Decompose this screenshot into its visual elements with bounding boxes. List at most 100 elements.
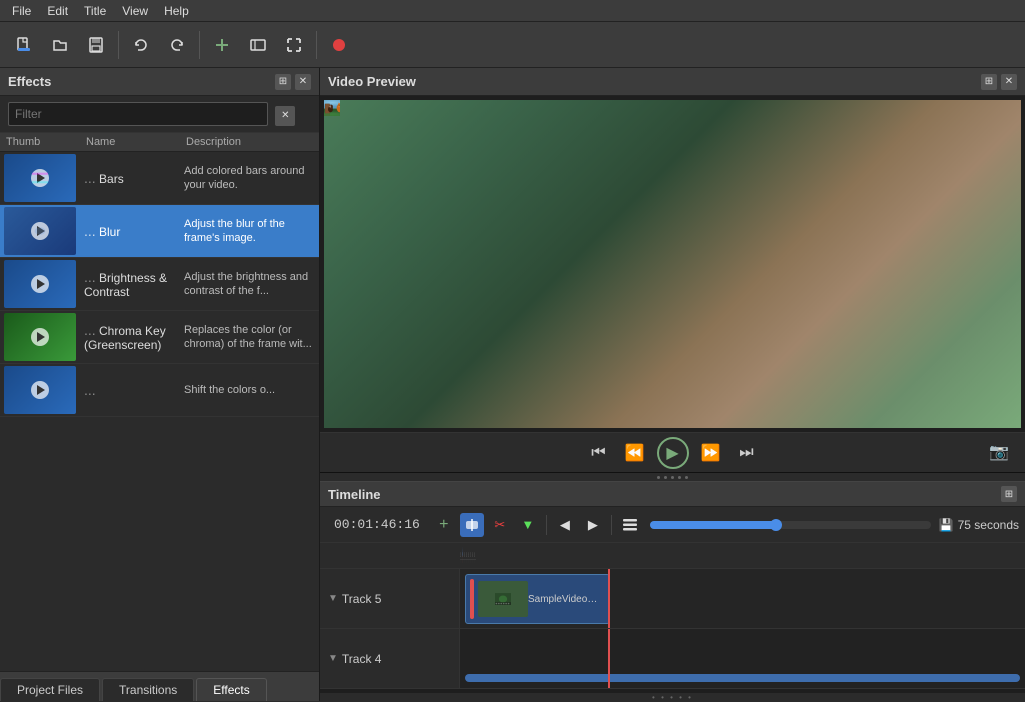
tl-zoom-options[interactable] [618,513,642,537]
timeline-fullscreen-button[interactable]: ⊞ [1001,486,1017,502]
timeline-title: Timeline [328,487,381,502]
svg-text:00:01:15: 00:01:15 [460,551,461,558]
track-5-name: Track 5 [342,592,382,606]
skip-end-button[interactable]: ⏭ [733,439,761,467]
fast-forward-button[interactable]: ⏩ [697,439,725,467]
effect-row-extra[interactable]: ... Shift the colors o... [0,364,319,417]
fullscreen-button[interactable] [278,29,310,61]
seconds-label: 💾 75 seconds [939,518,1019,532]
timeline-scrubber[interactable] [650,521,931,529]
thumb-play-extra [31,381,49,399]
track-5-content[interactable]: SampleVideo_1280... [460,569,1025,628]
effect-thumb-blur [4,207,76,255]
menu-bar: File Edit Title View Help [0,0,1025,22]
playhead-line [608,569,610,628]
rewind-button[interactable]: ⏪ [621,439,649,467]
panel-close-button[interactable]: ✕ [295,74,311,90]
video-preview: Video Preview ⊞ ✕ [320,68,1025,473]
effect-desc-chroma: Replaces the color (or chroma) of the fr… [180,323,319,352]
effect-thumb-brightness [4,260,76,308]
properties-button[interactable] [242,29,274,61]
effect-name-blur: ... Blur [80,223,180,239]
svg-text:00:07:30: 00:07:30 [470,551,471,558]
tl-next-marker[interactable]: ▶ [581,513,605,537]
tl-add-button[interactable]: + [432,513,456,537]
tab-transitions[interactable]: Transitions [102,678,194,701]
progress-handle[interactable] [770,519,782,531]
timecode-display: 00:01:46:16 [326,513,428,536]
preview-controls-wrapper: ⏮ ⏪ ▶ ⏩ ⏭ 📷 [320,432,1025,472]
track-5-arrow: ▼ [328,593,338,604]
effects-list-header: Thumb Name Description [0,133,319,152]
right-panel: Video Preview ⊞ ✕ [320,68,1025,701]
timeline-ruler: 00:01:15 00:02:30 00:03:45 00:05:00 00:0… [320,543,1025,569]
camera-button[interactable]: 📷 [985,438,1013,466]
preview-header: Video Preview ⊞ ✕ [320,68,1025,96]
thumb-play-chroma [31,328,49,346]
skip-back-button[interactable]: ⏮ [585,439,613,467]
effect-name-brightness: ... Brightness & Contrast [80,269,180,299]
toolbar-sep-3 [316,31,317,59]
tl-snap-button[interactable] [460,513,484,537]
preview-float-button[interactable]: ⊞ [981,74,997,90]
effect-thumb-chroma [4,313,76,361]
track4-playhead-line [608,629,610,688]
resize-handle[interactable] [320,473,1025,481]
tl-filter-button[interactable]: ▼ [516,513,540,537]
tl-prev-marker[interactable]: ◀ [553,513,577,537]
menu-view[interactable]: View [114,2,156,20]
menu-title[interactable]: Title [76,2,114,20]
tab-effects[interactable]: Effects [196,678,266,701]
svg-text:00:05:00: 00:05:00 [466,551,467,558]
track-5-label: ▼ Track 5 [320,569,460,628]
svg-text:00:03:45: 00:03:45 [464,551,465,558]
save-button[interactable] [80,29,112,61]
col-thumb-header: Thumb [0,136,80,148]
svg-text:00:08:45: 00:08:45 [472,551,473,558]
video-area [324,100,1021,428]
col-name-header: Name [80,136,180,148]
track-4-name: Track 4 [342,652,382,666]
filter-input[interactable] [8,102,268,126]
effects-panel: Effects ⊞ ✕ ✕ Thumb Name Description [0,68,320,701]
effect-row-chroma[interactable]: ... Chroma Key (Greenscreen) Replaces th… [0,311,319,364]
play-button[interactable]: ▶ [657,437,689,469]
effect-desc-bars: Add colored bars around your video. [180,164,319,193]
filter-clear-button[interactable]: ✕ [275,106,295,126]
add-clip-button[interactable] [206,29,238,61]
ruler-marks-area: 00:01:15 00:02:30 00:03:45 00:05:00 00:0… [460,547,1025,566]
clip-left-bar [470,579,474,619]
menu-edit[interactable]: Edit [39,2,76,20]
clip-name: SampleVideo_1280... [528,594,598,605]
undo-button[interactable] [125,29,157,61]
col-desc-header: Description [180,136,307,148]
track-5-clip[interactable]: SampleVideo_1280... [465,574,610,624]
menu-file[interactable]: File [4,2,39,20]
track-4-content[interactable] [460,629,1025,688]
video-placeholder [324,100,1021,428]
timeline: Timeline ⊞ 00:01:46:16 + ✂ ▼ ◀ ▶ [320,481,1025,701]
new-button[interactable] [8,29,40,61]
open-button[interactable] [44,29,76,61]
tl-sep-1 [546,515,547,535]
track-4-bar [465,674,1020,682]
menu-help[interactable]: Help [156,2,197,20]
effects-list: Thumb Name Description ... Bars Add colo… [0,133,319,671]
main-content: Effects ⊞ ✕ ✕ Thumb Name Description [0,68,1025,701]
preview-close-button[interactable]: ✕ [1001,74,1017,90]
record-button[interactable] [323,29,355,61]
main-toolbar [0,22,1025,68]
effect-row-bars[interactable]: ... Bars Add colored bars around your vi… [0,152,319,205]
effect-row-blur[interactable]: ... Blur Adjust the blur of the frame's … [0,205,319,258]
preview-title: Video Preview [328,74,416,89]
track-4: ▼ Track 4 [320,629,1025,689]
panel-float-button[interactable]: ⊞ [275,74,291,90]
svg-text:00:06:15: 00:06:15 [468,551,469,558]
thumb-play-brightness [31,275,49,293]
redo-button[interactable] [161,29,193,61]
tl-ripple-button[interactable]: ✂ [488,513,512,537]
effect-row-brightness[interactable]: ... Brightness & Contrast Adjust the bri… [0,258,319,311]
effect-desc-extra: Shift the colors o... [180,383,319,397]
tab-project-files[interactable]: Project Files [0,678,100,701]
track-4-arrow: ▼ [328,653,338,664]
